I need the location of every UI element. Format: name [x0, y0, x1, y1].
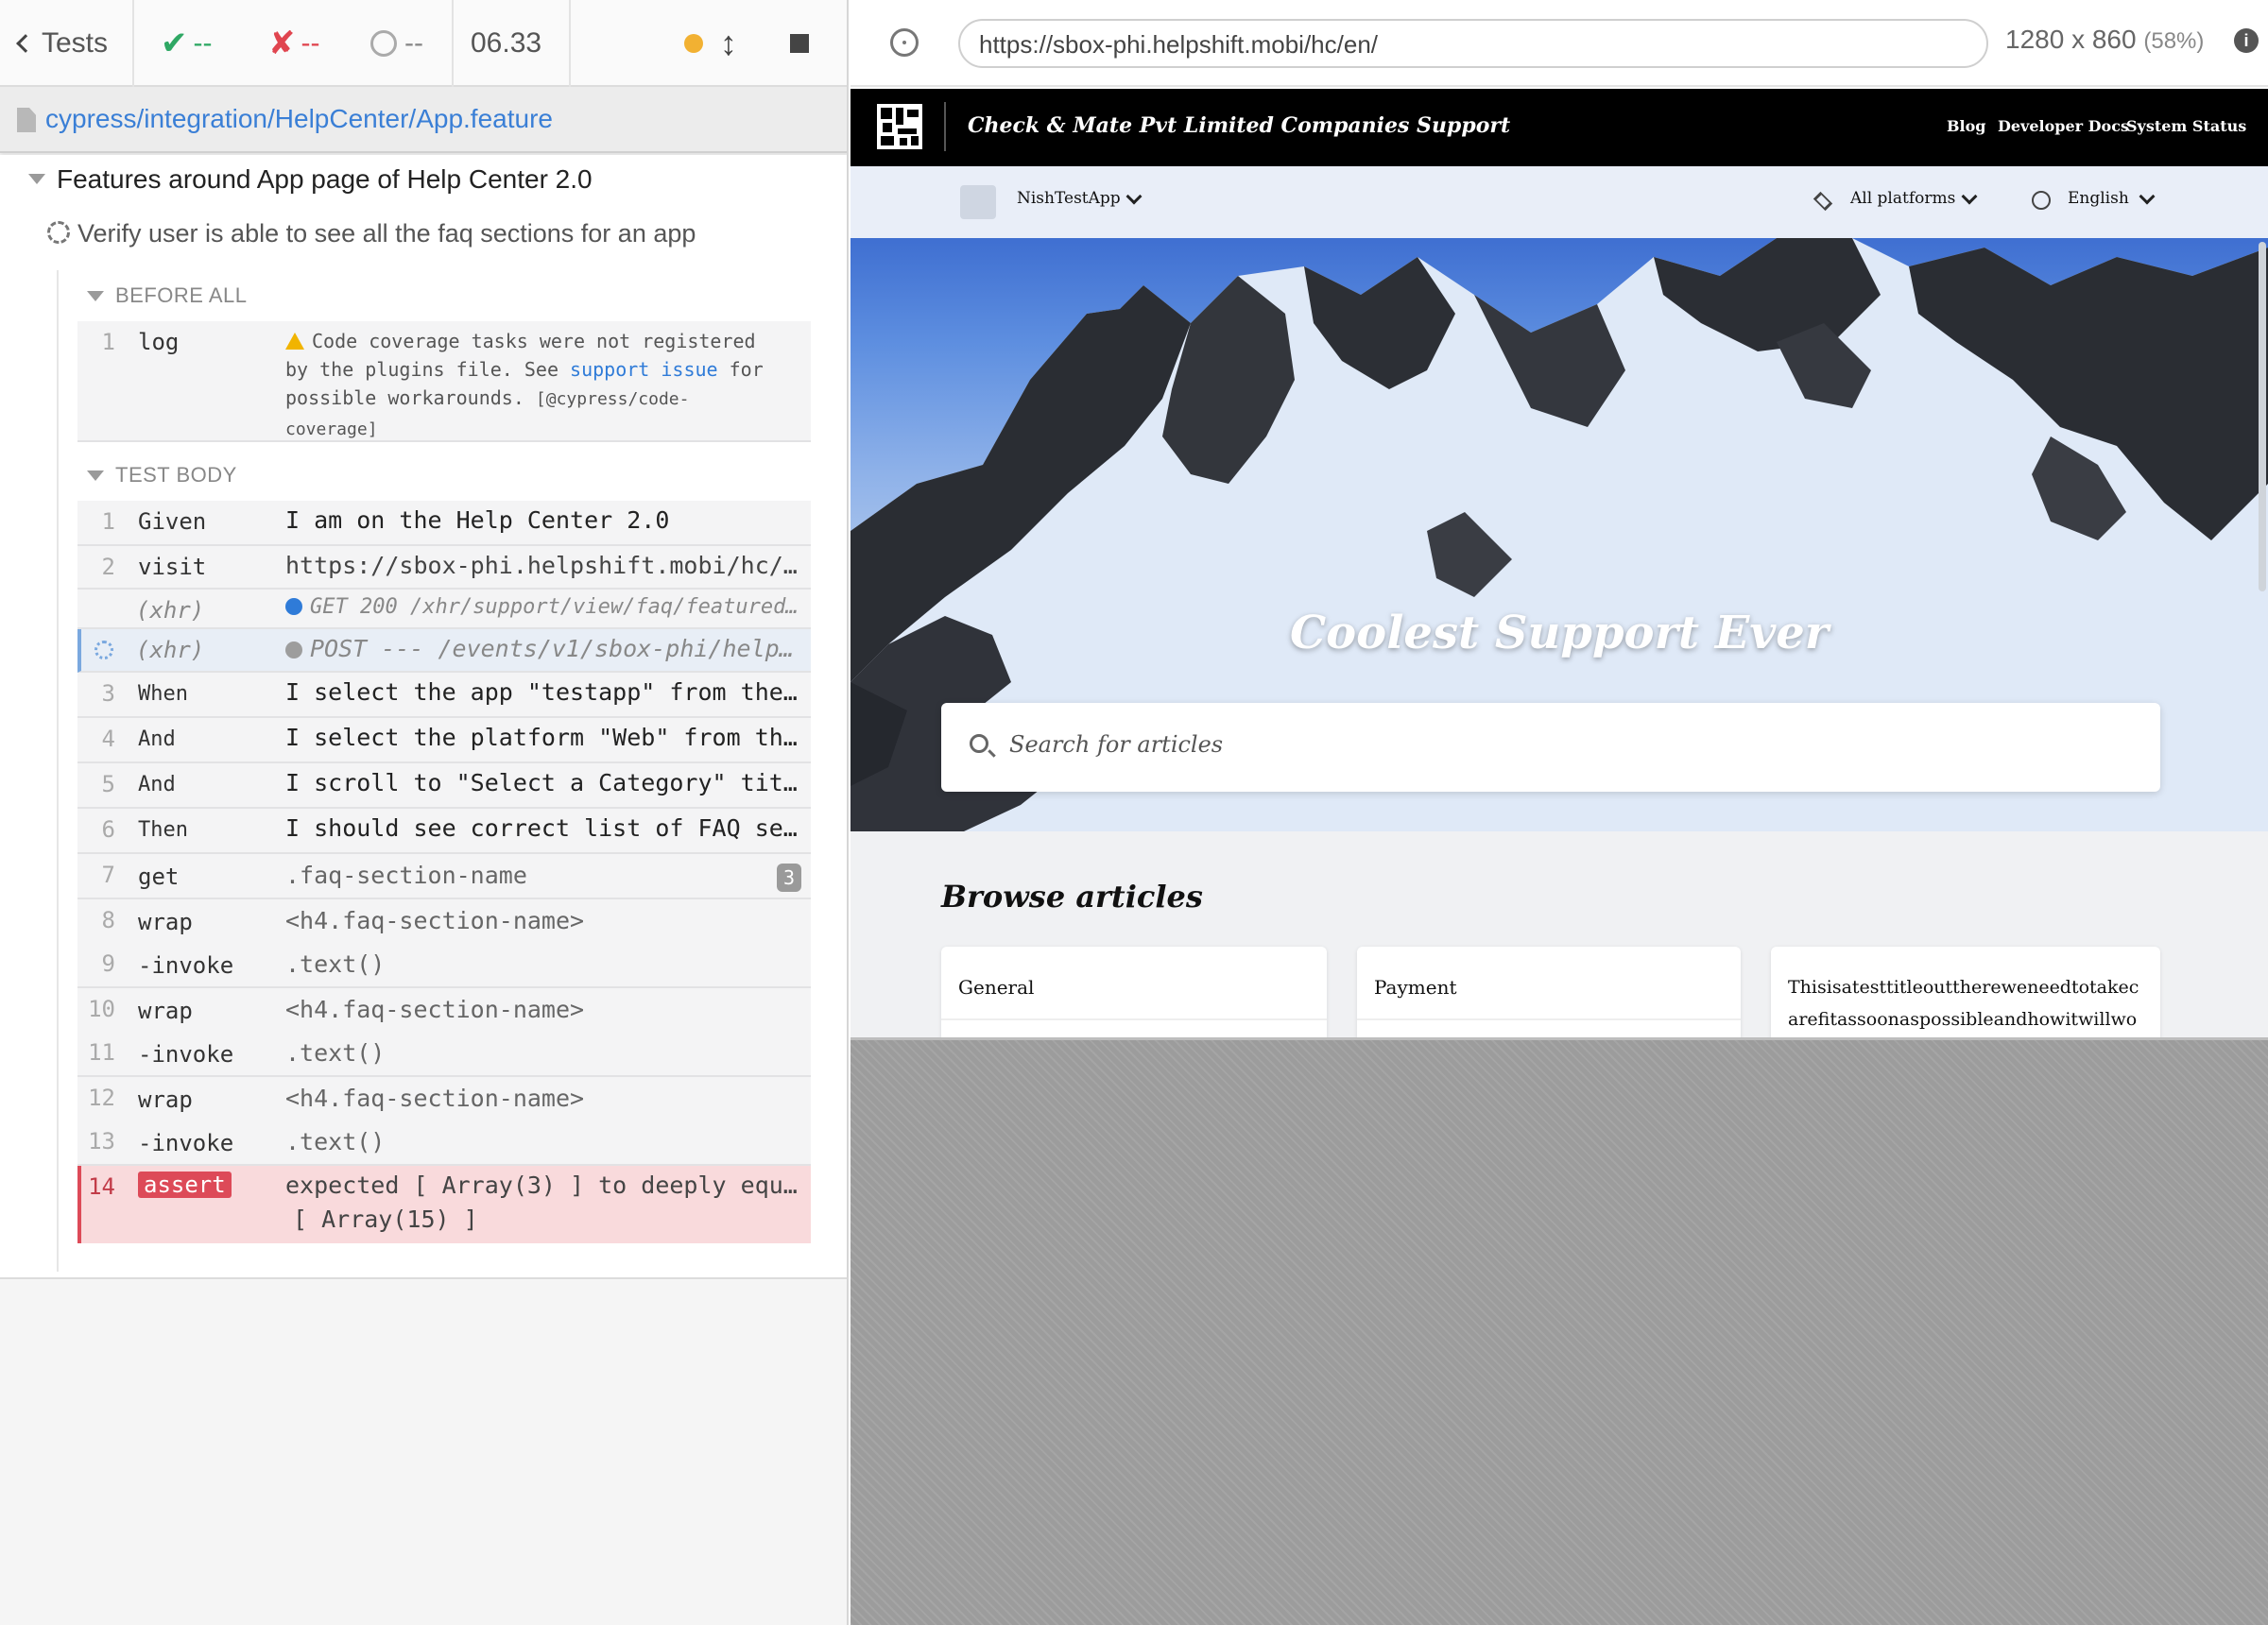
spec-path-link[interactable]: cypress/integration/HelpCenter/App.featu…: [45, 104, 553, 134]
auto-scroll-toggle-icon[interactable]: ↕: [720, 0, 737, 87]
command-row-failed[interactable]: 14 assert expected [ Array(3) ] to deepl…: [77, 1166, 811, 1243]
pending-count: --: [404, 27, 423, 59]
nav-link-blog[interactable]: Blog: [1947, 117, 1985, 135]
reporter-panel: Tests ✔ -- ✘ -- -- 06.33 ↕ cypress/integ…: [0, 0, 849, 1625]
caret-down-icon[interactable]: [87, 291, 104, 301]
pending-circle-icon: [370, 30, 397, 57]
hero-banner: Coolest Support Ever Search for articles: [850, 238, 2268, 831]
aut-header: https://sbox-phi.helpshift.mobi/hc/en/ 1…: [850, 0, 2268, 87]
aut-empty-area: [850, 1040, 2268, 1625]
file-icon: [17, 108, 36, 132]
platform-selector[interactable]: All platforms: [1850, 189, 1955, 208]
cross-icon: ✘: [268, 26, 296, 61]
command-name: log: [138, 329, 180, 355]
command-row[interactable]: 10 wrap <h4.faq-section-name>: [77, 988, 811, 1034]
command-row[interactable]: 3 When I select the app "testapp" from t…: [77, 673, 811, 718]
test-title[interactable]: Verify user is able to see all the faq s…: [77, 219, 696, 248]
browse-articles-title: Browse articles: [941, 879, 1203, 915]
pending-stat: --: [370, 0, 423, 87]
command-message: Code coverage tasks were not registered …: [285, 330, 764, 439]
element-count-badge: 3: [777, 864, 801, 892]
command-row[interactable]: 2 visit https://sbox-phi.helpshift.mobi/…: [77, 546, 811, 590]
spec-file-row[interactable]: cypress/integration/HelpCenter/App.featu…: [0, 87, 847, 153]
company-name[interactable]: Check & Mate Pvt Limited Companies Suppo…: [968, 113, 1510, 138]
duration: 06.33: [471, 27, 542, 59]
suite-title[interactable]: Features around App page of Help Center …: [57, 164, 593, 195]
test-body-label[interactable]: TEST BODY: [115, 463, 237, 488]
app-icon: [960, 185, 996, 219]
assert-message-line2: [ Array(15) ]: [293, 1206, 478, 1233]
hero-title: Coolest Support Ever: [1289, 607, 1830, 659]
globe-icon: [2032, 191, 2051, 210]
running-spinner-icon: [47, 221, 70, 244]
before-all-label[interactable]: BEFORE ALL: [115, 283, 248, 308]
info-icon[interactable]: i: [2234, 28, 2259, 53]
selector-playground-icon[interactable]: [890, 28, 919, 57]
runnable-list: Features around App page of Help Center …: [0, 155, 847, 1279]
command-row[interactable]: 6 Then I should see correct list of FAQ …: [77, 809, 811, 854]
helpcenter-subbar: NishTestApp All platforms English: [850, 166, 2268, 238]
app-selector[interactable]: NishTestApp: [1017, 189, 1121, 208]
command-row[interactable]: 7 get .faq-section-name 3: [77, 854, 811, 899]
layers-icon: [1813, 191, 1833, 212]
chevron-down-icon[interactable]: [2139, 188, 2156, 205]
search-icon: [970, 734, 988, 753]
chevron-down-icon[interactable]: [1961, 188, 1978, 205]
stop-icon[interactable]: [790, 0, 809, 87]
category-title: Thisisatesttitleoutthereweneedtotakecare…: [1788, 977, 2139, 1030]
check-icon: ✔: [161, 26, 188, 61]
category-card[interactable]: General: [941, 947, 1327, 1040]
loading-spinner-icon: [94, 641, 113, 659]
aut-iframe: Check & Mate Pvt Limited Companies Suppo…: [850, 89, 2268, 1040]
support-link[interactable]: support: [570, 358, 649, 381]
command-number: 1: [101, 329, 115, 355]
command-row[interactable]: 8 wrap <h4.faq-section-name>: [77, 899, 811, 945]
command-row[interactable]: 11 -invoke .text(): [77, 1034, 811, 1077]
category-title: General: [958, 976, 1035, 999]
command-row[interactable]: 12 wrap <h4.faq-section-name>: [77, 1077, 811, 1122]
command-row-xhr[interactable]: (xhr) GET 200 /xhr/support/view/faq/feat…: [77, 590, 811, 629]
command-row[interactable]: 5 And I scroll to "Select a Category" ti…: [77, 763, 811, 809]
command-row[interactable]: 13 -invoke .text(): [77, 1122, 811, 1166]
xhr-success-dot-icon: [285, 598, 302, 615]
caret-down-icon[interactable]: [28, 174, 45, 184]
command-row[interactable]: 9 -invoke .text(): [77, 945, 811, 988]
viewport-size: 1280 x 860: [2005, 25, 2137, 54]
xhr-pending-dot-icon: [285, 641, 302, 659]
running-indicator-icon: [684, 0, 703, 87]
search-placeholder: Search for articles: [1009, 731, 1224, 758]
chevron-down-icon[interactable]: [1125, 188, 1143, 205]
warning-icon: [285, 333, 304, 350]
company-logo[interactable]: [877, 104, 922, 149]
chevron-left-icon: [16, 34, 35, 53]
viewport-info[interactable]: 1280 x 860 (58%): [2005, 25, 2204, 55]
failed-count: --: [301, 27, 320, 59]
url-field[interactable]: https://sbox-phi.helpshift.mobi/hc/en/: [958, 19, 1988, 68]
command-row[interactable]: 1 Given I am on the Help Center 2.0: [77, 501, 811, 546]
tests-back-button[interactable]: Tests: [16, 0, 109, 87]
command-row-xhr-pending[interactable]: (xhr) POST --- /events/v1/sbox-phi/help-…: [77, 629, 811, 673]
helpcenter-navbar: Check & Mate Pvt Limited Companies Suppo…: [850, 89, 2268, 166]
search-articles-input[interactable]: Search for articles: [941, 703, 2160, 792]
nav-link-developer-docs[interactable]: Developer Docs: [1998, 117, 2129, 135]
assert-message-line1: expected [ Array(3) ] to deeply equal: [285, 1172, 799, 1199]
issue-link[interactable]: issue: [661, 358, 717, 381]
command-log[interactable]: 1 log Code coverage tasks were not regis…: [77, 321, 811, 442]
tests-label: Tests: [42, 27, 109, 59]
category-card[interactable]: Payment: [1357, 947, 1741, 1040]
language-selector[interactable]: English: [2068, 189, 2129, 208]
category-title: Payment: [1374, 976, 1457, 999]
passed-count: --: [193, 27, 213, 59]
command-row[interactable]: 4 And I select the platform "Web" from t…: [77, 718, 811, 763]
iframe-scrollbar[interactable]: [2259, 242, 2266, 591]
failed-stat: ✘ --: [268, 0, 319, 87]
passed-stat: ✔ --: [161, 0, 212, 87]
assert-badge: assert: [138, 1172, 232, 1198]
caret-down-icon[interactable]: [87, 470, 104, 481]
nav-link-system-status[interactable]: System Status: [2126, 117, 2246, 135]
category-card[interactable]: Thisisatesttitleoutthereweneedtotakecare…: [1771, 947, 2160, 1040]
viewport-scale: (58%): [2143, 28, 2205, 54]
stats-bar: Tests ✔ -- ✘ -- -- 06.33 ↕: [0, 0, 847, 87]
